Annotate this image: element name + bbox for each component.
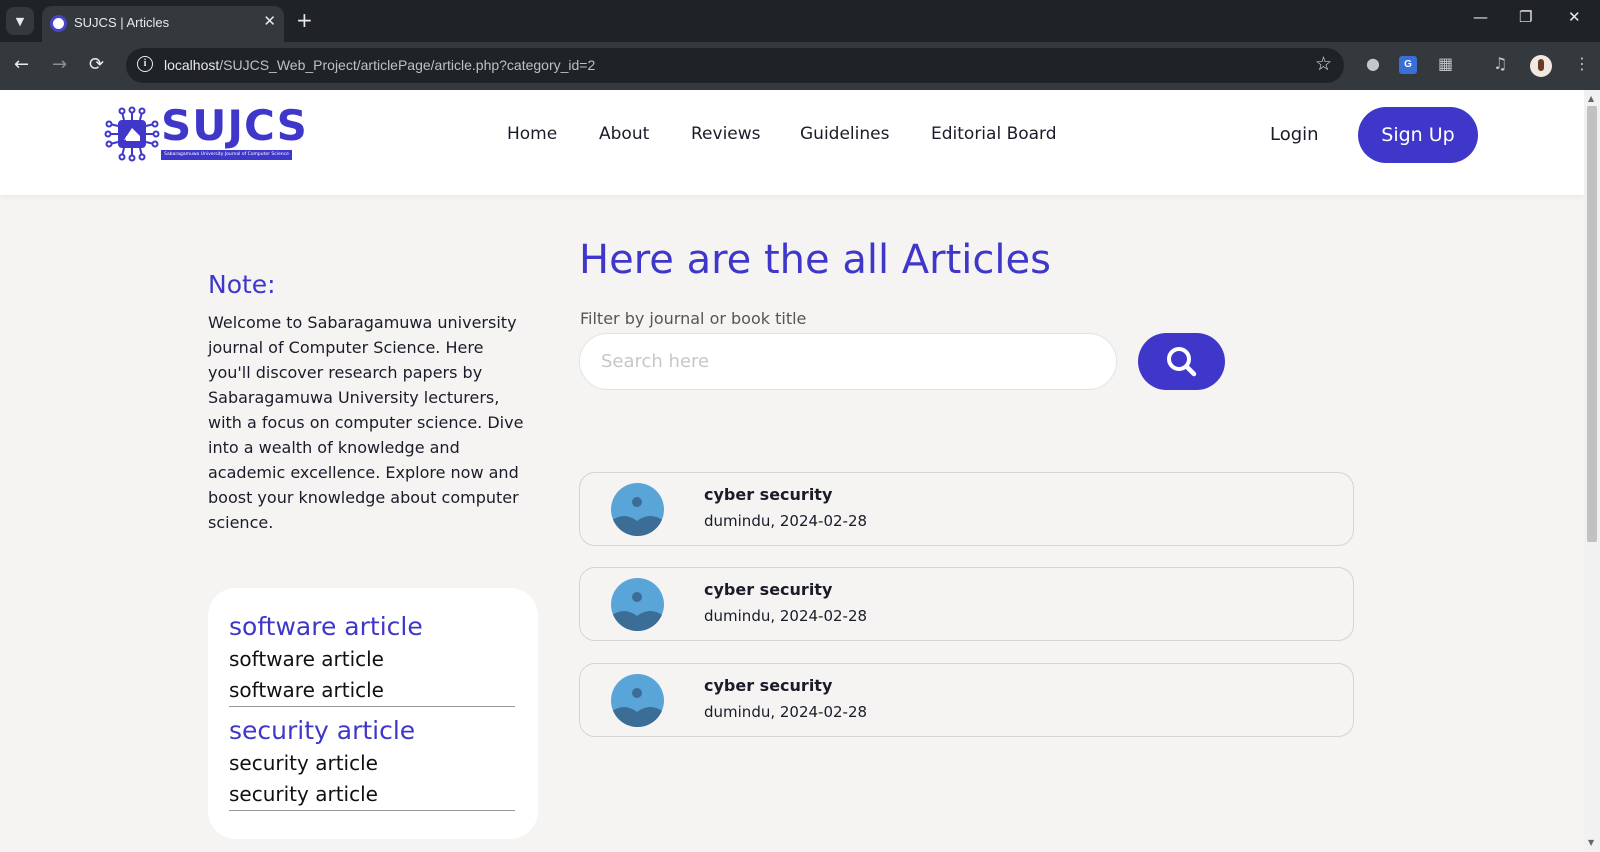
restore-icon[interactable]: ❐ [1519,8,1532,26]
article-meta: dumindu, 2024-02-28 [704,512,868,530]
logo-subtitle: Sabaragamuwa University Journal of Compu… [161,150,292,160]
nav-home[interactable]: Home [507,124,557,144]
url-text: localhost/SUJCS_Web_Project/articlePage/… [164,57,596,73]
scroll-up-icon[interactable]: ▲ [1588,94,1594,103]
note-body: Welcome to Sabaragamuwa university journ… [208,313,524,532]
category-item[interactable]: software article [229,675,515,706]
close-tab-icon[interactable]: ✕ [263,12,276,30]
image-placeholder-icon [611,674,664,727]
site-header: SUJCS Sabaragamuwa University Journal of… [0,90,1584,195]
logo-text[interactable]: SUJCS [161,104,308,148]
nav-guidelines[interactable]: Guidelines [800,124,889,144]
logo-circuit-icon[interactable] [104,106,160,162]
media-control-icon[interactable]: ♫ [1493,54,1507,73]
bookmark-star-icon[interactable]: ☆ [1315,53,1332,75]
browser-tab[interactable]: SUJCS | Articles ✕ [42,6,284,42]
favicon-icon [50,15,67,32]
translate-icon[interactable]: G [1399,56,1417,74]
article-title: cyber security [704,485,833,504]
window-close-icon[interactable]: ✕ [1568,8,1581,26]
nav-editorial-board[interactable]: Editorial Board [931,124,1057,144]
category-heading[interactable]: security article [229,714,515,748]
note-title: Note: [208,270,276,299]
search-input[interactable] [579,333,1117,390]
filter-label: Filter by journal or book title [580,309,807,328]
scroll-down-icon[interactable]: ▼ [1588,838,1594,847]
signup-button[interactable]: Sign Up [1358,107,1478,163]
category-heading[interactable]: software article [229,610,515,644]
minimize-icon[interactable]: — [1473,8,1488,26]
category-item[interactable]: security article [229,748,515,779]
new-tab-icon[interactable]: + [296,8,313,32]
forward-icon[interactable]: → [52,54,67,75]
category-item[interactable]: software article [229,644,515,675]
article-title: cyber security [704,676,833,695]
browser-tab-bar: ▼ SUJCS | Articles ✕ + — ❐ ✕ [0,0,1600,42]
article-title: cyber security [704,580,833,599]
page-content: SUJCS Sabaragamuwa University Journal of… [0,90,1584,852]
back-icon[interactable]: ← [14,54,29,75]
article-card[interactable]: cyber security dumindu, 2024-02-28 [579,472,1354,546]
page-scrollbar[interactable]: ▲ ▼ [1584,90,1600,852]
site-info-icon[interactable]: i [137,56,153,72]
menu-kebab-icon[interactable]: ⋮ [1574,54,1590,73]
extensions-puzzle-icon[interactable]: ▦ [1438,54,1453,73]
image-placeholder-icon [611,578,664,631]
address-bar[interactable]: i localhost/SUJCS_Web_Project/articlePag… [126,48,1344,83]
search-icon [1167,347,1197,377]
article-card[interactable]: cyber security dumindu, 2024-02-28 [579,567,1354,641]
extension-icon[interactable]: ● [1366,54,1380,73]
category-card: software article software article softwa… [208,588,538,839]
login-link[interactable]: Login [1270,124,1319,145]
nav-reviews[interactable]: Reviews [691,124,761,144]
category-group-security: security article security article securi… [229,714,515,811]
article-meta: dumindu, 2024-02-28 [704,703,868,721]
tab-search-dropdown-icon[interactable]: ▼ [6,7,34,35]
search-button[interactable] [1138,333,1225,390]
image-placeholder-icon [611,483,664,536]
category-group-software: software article software article softwa… [229,610,515,707]
nav-about[interactable]: About [599,124,649,144]
article-card[interactable]: cyber security dumindu, 2024-02-28 [579,663,1354,737]
scrollbar-thumb[interactable] [1587,106,1597,542]
reload-icon[interactable]: ⟳ [89,54,104,75]
article-meta: dumindu, 2024-02-28 [704,607,868,625]
profile-avatar[interactable] [1530,55,1552,77]
page-title: Here are the all Articles [579,237,1051,283]
browser-toolbar: ← → ⟳ i localhost/SUJCS_Web_Project/arti… [0,42,1600,90]
category-item[interactable]: security article [229,779,515,810]
tab-title: SUJCS | Articles [74,15,170,30]
